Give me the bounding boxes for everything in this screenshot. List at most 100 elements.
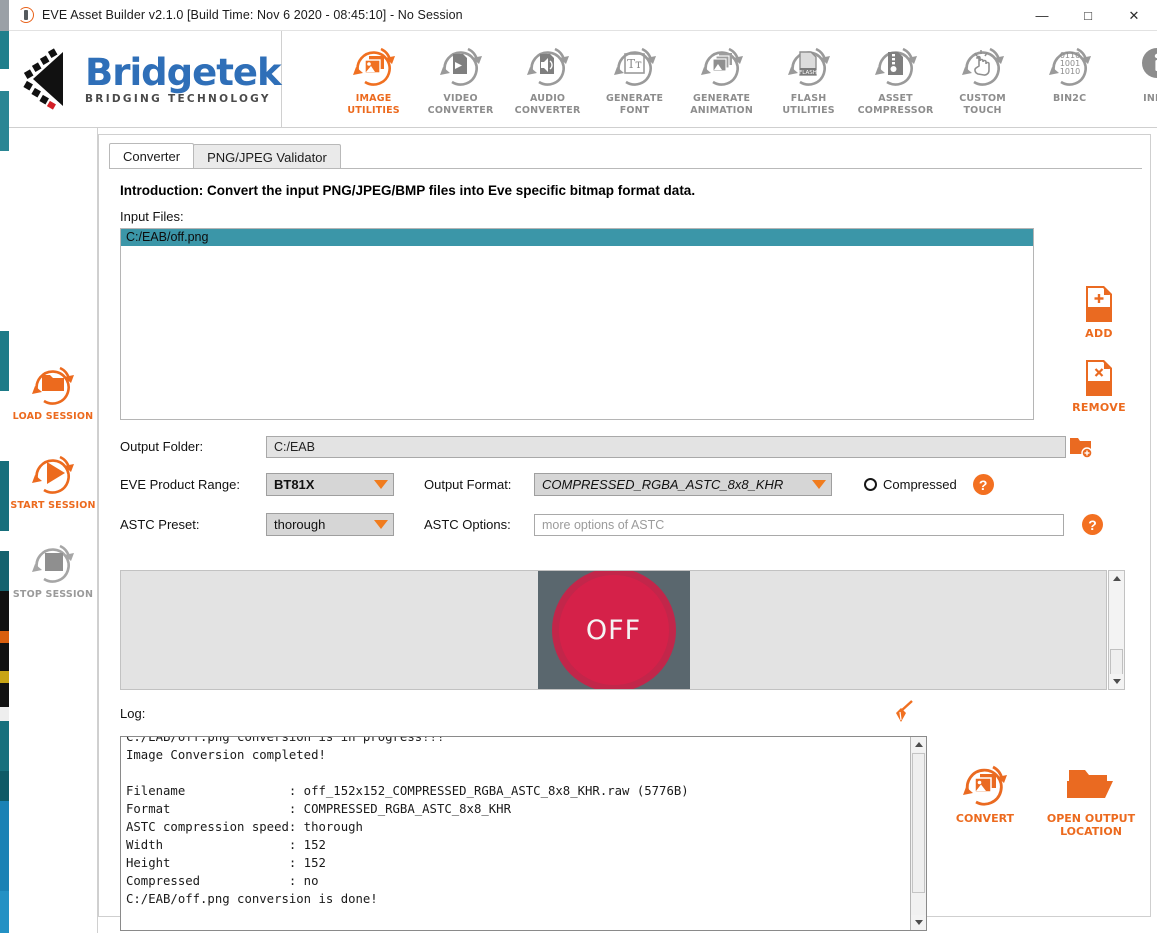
toolbar-label: FLASH UTILITIES bbox=[782, 93, 834, 116]
remove-button[interactable]: REMOVE bbox=[1072, 358, 1126, 414]
scroll-down-button[interactable] bbox=[1109, 674, 1124, 689]
toolbar-label-line1: GENERATE bbox=[605, 93, 664, 104]
clear-log-button[interactable] bbox=[888, 700, 914, 724]
toolbar-label: CUSTOM TOUCH bbox=[959, 93, 1006, 116]
log-output[interactable]: C:/EAB/off.png conversion is in progress… bbox=[120, 736, 927, 931]
toolbar-label: VIDEO CONVERTER bbox=[428, 93, 494, 116]
input-files-list[interactable]: C:/EAB/off.png bbox=[120, 228, 1034, 420]
application-window: EVE Asset Builder v2.1.0 [Build Time: No… bbox=[0, 0, 1157, 933]
log-scroll-down-button[interactable] bbox=[911, 915, 926, 930]
toolbar-item-generate-font[interactable]: Tт GENERATE FONT bbox=[595, 35, 675, 123]
toolbar-item-audio-converter[interactable]: AUDIO CONVERTER bbox=[508, 35, 588, 123]
image-preview-area: OFF bbox=[120, 570, 1107, 690]
toolbar-item-video-converter[interactable]: VIDEO CONVERTER bbox=[421, 35, 501, 123]
rail-item-load-session[interactable]: LOAD SESSION bbox=[9, 360, 97, 422]
bridgetek-chevron-logo-icon bbox=[19, 48, 75, 110]
add-button[interactable]: ADD bbox=[1082, 284, 1116, 340]
open-output-location-button[interactable]: OPEN OUTPUT LOCATION bbox=[1045, 759, 1137, 838]
toolbar-label-line1: VIDEO bbox=[443, 93, 478, 104]
log-scrollbar[interactable] bbox=[910, 737, 926, 930]
toolbar-label: INFO bbox=[1143, 93, 1157, 105]
toolbar-label-line1: CUSTOM bbox=[959, 93, 1006, 104]
toolbar-label-line1: IMAGE bbox=[355, 93, 392, 104]
generate-font-icon: Tт bbox=[609, 41, 661, 89]
toolbar-item-flash-utilities[interactable]: FLASH FLASH UTILITIES bbox=[769, 35, 849, 123]
toolbar-label-line1: FLASH bbox=[790, 93, 827, 104]
list-item[interactable]: C:/EAB/off.png bbox=[121, 229, 1033, 246]
toolbar-item-info[interactable]: INFO bbox=[1117, 35, 1157, 123]
compressed-radio[interactable]: Compressed bbox=[864, 477, 957, 492]
audio-converter-icon bbox=[522, 41, 574, 89]
converter-tab-panel: Introduction: Convert the input PNG/JPEG… bbox=[109, 168, 1142, 931]
format-row: EVE Product Range: BT81X Output Format: … bbox=[120, 473, 1142, 496]
toolbar-item-image-utilities[interactable]: IMAGE UTILITIES bbox=[334, 35, 414, 123]
toolbar-label: ASSET COMPRESSOR bbox=[858, 93, 934, 116]
toolbar-label: AUDIO CONVERTER bbox=[515, 93, 581, 116]
output-folder-row: Output Folder: C:/EAB bbox=[120, 435, 1142, 458]
brand-name: Bridgetek bbox=[85, 50, 282, 94]
toolbar-item-asset-compressor[interactable]: ASSET COMPRESSOR bbox=[856, 35, 936, 123]
astc-options-input[interactable]: more options of ASTC bbox=[534, 513, 1064, 536]
output-folder-input[interactable]: C:/EAB bbox=[266, 435, 1066, 458]
folder-refresh-icon bbox=[27, 360, 79, 408]
tab-converter[interactable]: Converter bbox=[109, 143, 195, 169]
scroll-up-button[interactable] bbox=[1109, 571, 1124, 586]
astc-preset-label: ASTC Preset: bbox=[120, 517, 200, 532]
file-actions: ADD REMOVE bbox=[1056, 284, 1142, 414]
maximize-button[interactable]: □ bbox=[1065, 0, 1111, 31]
toolbar-label-line2: UTILITIES bbox=[782, 104, 835, 116]
window-controls: — □ ✕ bbox=[1019, 0, 1157, 31]
video-converter-icon bbox=[435, 41, 487, 89]
header-band: Bridgetek BRIDGING TECHNOLOGY IMAGE UTIL… bbox=[9, 30, 1157, 128]
toolbar-label-line2: COMPRESSOR bbox=[857, 104, 934, 116]
toolbar-label: GENERATE FONT bbox=[606, 93, 663, 116]
toolbar-item-generate-animation[interactable]: GENERATE ANIMATION bbox=[682, 35, 762, 123]
browse-output-folder-button[interactable] bbox=[1066, 435, 1096, 458]
convert-button-label: CONVERT bbox=[956, 812, 1014, 825]
rail-item-start-session[interactable]: START SESSION bbox=[9, 449, 97, 511]
astc-options-help-icon[interactable]: ? bbox=[1082, 514, 1103, 535]
session-rail: LOAD SESSION START SESSION STOP SESSION bbox=[9, 128, 98, 933]
log-text: C:/EAB/off.png conversion is in progress… bbox=[126, 736, 689, 906]
astc-preset-select[interactable]: thorough bbox=[266, 513, 394, 536]
brand-wordmark: Bridgetek BRIDGING TECHNOLOGY bbox=[85, 50, 282, 105]
eve-product-range-value: BT81X bbox=[274, 477, 315, 492]
preview-scrollbar[interactable] bbox=[1108, 570, 1125, 690]
toolbar-label-line2: ANIMATION bbox=[690, 104, 753, 116]
open-output-location-label: OPEN OUTPUT LOCATION bbox=[1047, 812, 1135, 838]
eve-product-range-select[interactable]: BT81X bbox=[266, 473, 394, 496]
convert-button[interactable]: CONVERT bbox=[939, 759, 1031, 825]
window-title: EVE Asset Builder v2.1.0 [Build Time: No… bbox=[42, 8, 463, 22]
minimize-button[interactable]: — bbox=[1019, 0, 1065, 31]
toolbar-label-line1: BIN2C bbox=[1052, 93, 1087, 104]
log-label: Log: bbox=[120, 706, 146, 721]
toolbar-item-custom-touch[interactable]: CUSTOM TOUCH bbox=[943, 35, 1023, 123]
convert-image-icon bbox=[957, 759, 1013, 809]
desktop-background-strip bbox=[0, 31, 9, 933]
rail-item-label: STOP SESSION bbox=[12, 589, 94, 600]
compressed-help-icon[interactable]: ? bbox=[972, 474, 994, 495]
toolbar-label-line2: CONVERTER bbox=[514, 104, 581, 116]
brand-logo: Bridgetek BRIDGING TECHNOLOGY bbox=[9, 30, 282, 128]
app-icon bbox=[18, 7, 34, 23]
off-png-preview: OFF bbox=[537, 571, 690, 689]
asset-compressor-icon bbox=[870, 41, 922, 89]
rail-item-label: START SESSION bbox=[10, 500, 96, 511]
broom-clear-icon bbox=[896, 700, 913, 722]
introduction-text: Introduction: Convert the input PNG/JPEG… bbox=[120, 183, 696, 198]
flash-utilities-icon: FLASH bbox=[783, 41, 835, 89]
output-format-select[interactable]: COMPRESSED_RGBA_ASTC_8x8_KHR bbox=[534, 473, 832, 496]
astc-row: ASTC Preset: thorough ASTC Options: more… bbox=[120, 513, 1142, 536]
toolbar-label-line1: ASSET bbox=[878, 93, 913, 104]
log-scroll-thumb[interactable] bbox=[912, 753, 925, 893]
rail-item-label: LOAD SESSION bbox=[12, 411, 94, 422]
close-button[interactable]: ✕ bbox=[1111, 0, 1157, 31]
log-scroll-up-button[interactable] bbox=[911, 737, 926, 752]
toolbar-item-bin2c[interactable]: 0110 1001 1010 BIN2C bbox=[1030, 35, 1110, 123]
toolbar-label: GENERATE ANIMATION bbox=[690, 93, 753, 116]
document-x-icon bbox=[1082, 358, 1116, 398]
tab-png-jpeg-validator[interactable]: PNG/JPEG Validator bbox=[193, 144, 341, 169]
astc-options-label: ASTC Options: bbox=[424, 517, 511, 532]
document-plus-icon bbox=[1082, 284, 1116, 324]
rail-item-stop-session[interactable]: STOP SESSION bbox=[9, 538, 97, 600]
